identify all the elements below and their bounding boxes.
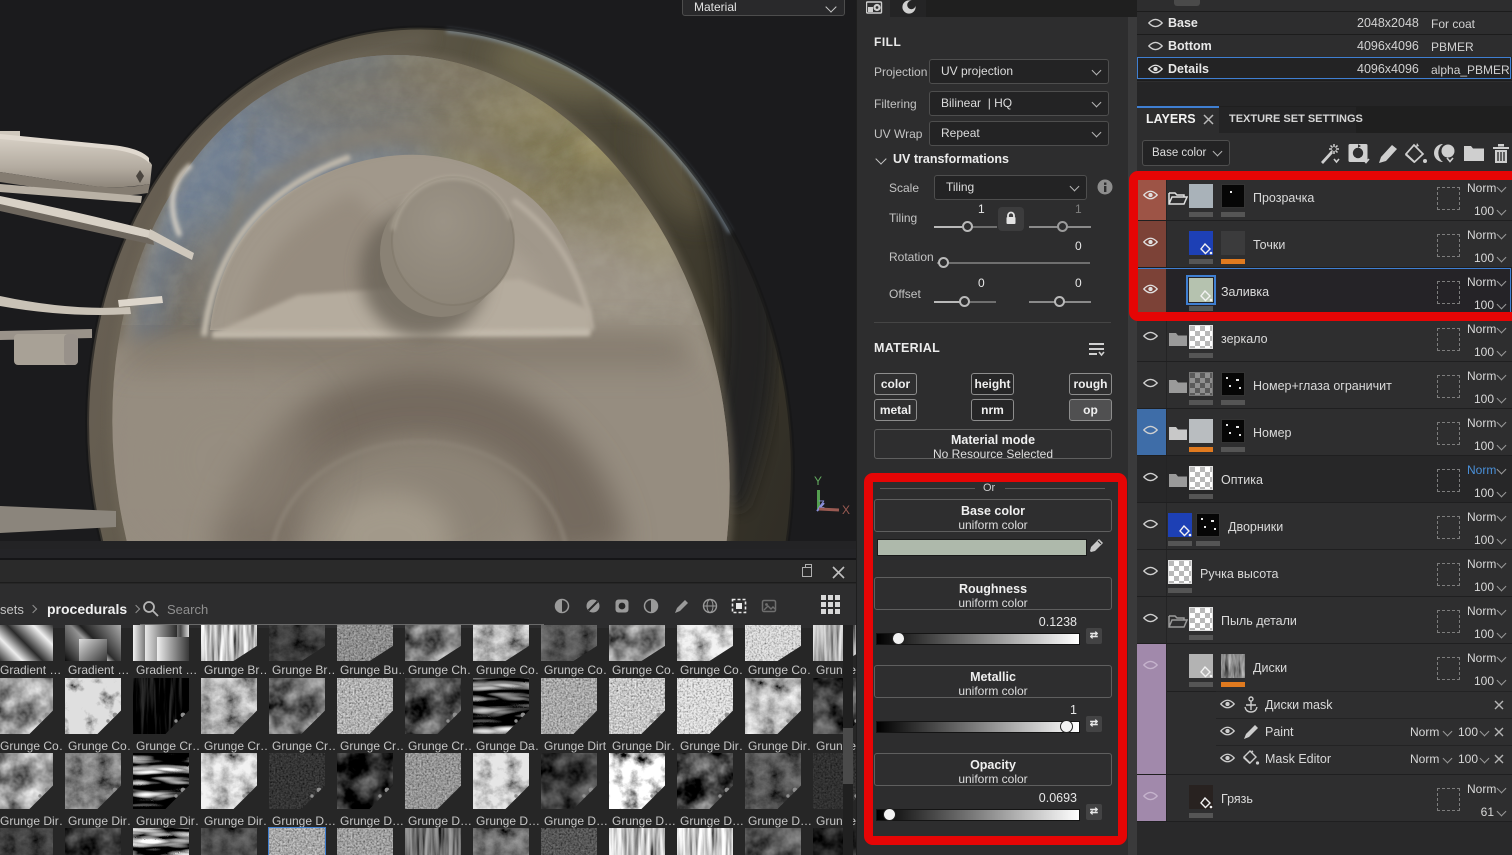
- svg-text:X: X: [842, 503, 850, 517]
- svg-text:Y: Y: [814, 474, 822, 488]
